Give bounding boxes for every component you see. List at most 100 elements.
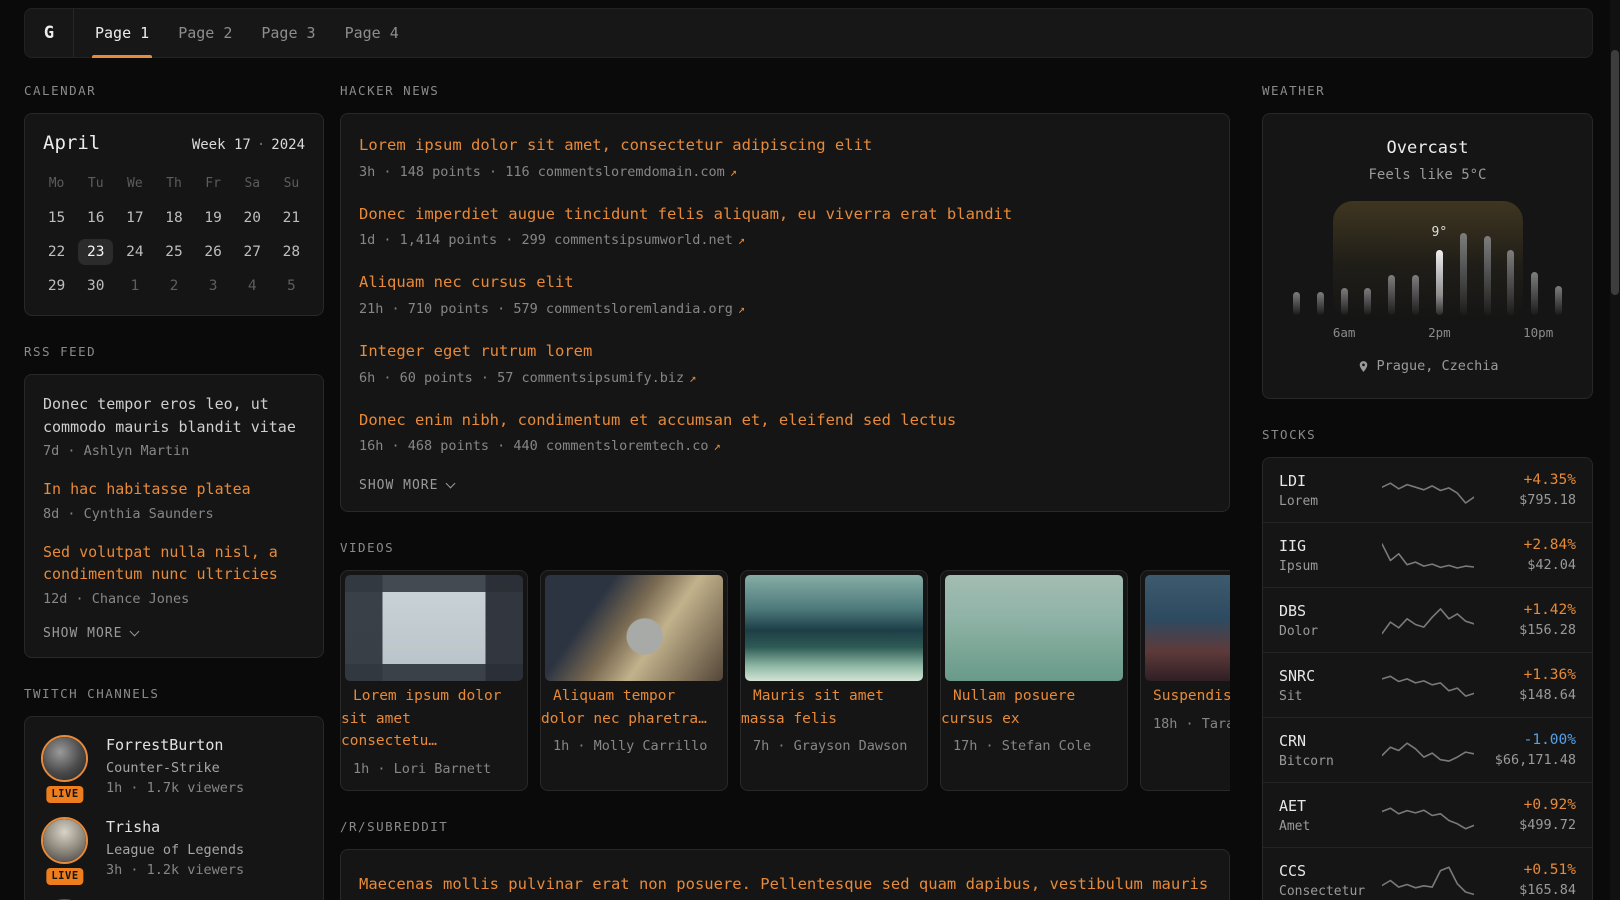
item-domain-link[interactable]: ipsumworld.net <box>619 232 733 248</box>
stock-change: +0.51% <box>1476 862 1576 878</box>
calendar-day: 18 <box>154 202 193 233</box>
video-thumbnail-concrete-cross-sky[interactable] <box>345 575 523 681</box>
weather-hour-cell <box>1452 325 1475 340</box>
item-domain-link[interactable]: loremlandia.org <box>611 301 733 317</box>
external-link-icon[interactable]: ↗ <box>738 302 745 316</box>
weather-hour-labels: 6am2pm10pm <box>1285 325 1570 340</box>
channel-game: Counter-Strike <box>106 760 244 776</box>
stock-price: $156.28 <box>1476 622 1576 638</box>
video-card[interactable]: Lorem ipsum dolor sit amet consectetu… 1h… <box>340 570 528 790</box>
calendar-day: 3 <box>194 270 233 301</box>
hackernews-item-title[interactable]: Integer eget rutrum lorem <box>359 341 1211 363</box>
video-title[interactable]: Lorem ipsum dolor sit amet consectetu… <box>341 678 501 749</box>
rss-item-title[interactable]: Donec tempor eros leo, ut commodo mauris… <box>43 393 305 438</box>
stock-price: $795.18 <box>1476 492 1576 508</box>
stock-left: IIGIpsum <box>1279 537 1379 574</box>
weather-bar <box>1507 250 1514 315</box>
stock-name: Consectetur <box>1279 884 1379 899</box>
hackernews-item-title[interactable]: Donec imperdiet augue tincidunt felis al… <box>359 204 1211 226</box>
twitch-channel-forrestburton[interactable]: LIVEForrestBurtonCounter-Strike1h · 1.7k… <box>41 735 307 796</box>
right-column: WEATHER Overcast Feels like 5°C 9° 6am2p… <box>1262 83 1593 900</box>
calendar-day-header: Su <box>272 168 311 199</box>
rss-show-more-button[interactable]: SHOW MORE <box>43 626 305 641</box>
video-title[interactable]: Mauris sit amet massa felis <box>741 678 884 726</box>
sparkline-chart <box>1382 795 1474 835</box>
stock-change: +1.42% <box>1476 602 1576 618</box>
external-link-icon[interactable]: ↗ <box>738 233 745 247</box>
hackernews-show-more-button[interactable]: SHOW MORE <box>359 478 1211 493</box>
hackernews-item-title[interactable]: Donec enim nibh, condimentum et accumsan… <box>359 410 1211 432</box>
twitch-channel-trisha[interactable]: LIVETrishaLeague of Legends3h · 1.2k vie… <box>41 817 307 878</box>
weather-hour-label: 10pm <box>1523 325 1546 340</box>
item-meta: 16h · 468 points · 440 commentsloremtech… <box>359 438 1211 454</box>
item-meta-text: 3h · 148 points · 116 comments <box>359 164 603 180</box>
weather-widget: WEATHER Overcast Feels like 5°C 9° 6am2p… <box>1262 83 1593 399</box>
video-thumbnail-silhouette-dusk-field[interactable] <box>1145 575 1230 681</box>
stock-name: Dolor <box>1279 624 1379 639</box>
app-logo[interactable]: G <box>25 9 73 57</box>
stock-row-dbs[interactable]: DBSDolor+1.42%$156.28 <box>1263 587 1592 652</box>
sparkline-chart <box>1382 600 1474 640</box>
tab-page-4[interactable]: Page 4 <box>345 9 399 57</box>
stock-row-ccs[interactable]: CCSConsectetur+0.51%$165.84 <box>1263 847 1592 900</box>
calendar-day-header: Fr <box>194 168 233 199</box>
hackernews-item-title[interactable]: Lorem ipsum dolor sit amet, consectetur … <box>359 135 1211 157</box>
item-domain-link[interactable]: ipsumify.biz <box>587 370 685 386</box>
subreddit-post-title[interactable]: Maecenas mollis pulvinar erat non posuer… <box>359 871 1211 900</box>
external-link-icon[interactable]: ↗ <box>730 165 737 179</box>
stock-price: $165.84 <box>1476 882 1576 898</box>
rss-item-meta: 8d · Cynthia Saunders <box>43 506 305 522</box>
video-card[interactable]: Mauris sit amet massa felis7h · Grayson … <box>740 570 928 790</box>
subreddit-post: Maecenas mollis pulvinar erat non posuer… <box>359 871 1211 900</box>
stock-right: +1.42% $156.28 <box>1476 602 1576 638</box>
rss-item-title[interactable]: In hac habitasse platea <box>43 478 305 501</box>
stock-right: +2.84%$42.04 <box>1476 537 1576 573</box>
stock-name: Ipsum <box>1279 559 1379 574</box>
tab-page-2[interactable]: Page 2 <box>178 9 232 57</box>
video-title[interactable]: Nullam posuere cursus ex <box>941 678 1075 726</box>
weather-location-text: Prague, Czechia <box>1377 358 1499 374</box>
weather-bar-slot <box>1285 219 1308 315</box>
external-link-icon[interactable]: ↗ <box>689 371 696 385</box>
stock-price: $66,171.48 <box>1476 752 1576 768</box>
stock-row-aet[interactable]: AETAmet+0.92%$499.72 <box>1263 782 1592 847</box>
chevron-down-icon <box>130 626 140 636</box>
tab-page-1[interactable]: Page 1 <box>95 9 149 57</box>
channel-name[interactable]: ForrestBurton <box>106 736 244 754</box>
video-title[interactable]: Aliquam tempor dolor nec pharetra… <box>541 678 719 726</box>
hackernews-widget-label: HACKER NEWS <box>340 83 1230 98</box>
tab-page-3[interactable]: Page 3 <box>261 9 315 57</box>
hackernews-item: Lorem ipsum dolor sit amet, consectetur … <box>359 135 1211 180</box>
rss-item-title[interactable]: Sed volutpat nulla nisl, a condimentum n… <box>43 541 305 586</box>
stock-row-crn[interactable]: CRNBitcorn-1.00%$66,171.48 <box>1263 717 1592 782</box>
stock-sparkline <box>1379 600 1476 640</box>
hackernews-item-title[interactable]: Aliquam nec cursus elit <box>359 272 1211 294</box>
calendar-day: 2 <box>154 270 193 301</box>
channel-name[interactable]: Trisha <box>106 818 244 836</box>
calendar-grid: MoTuWeThFrSaSu15161718192021222324252627… <box>25 158 323 315</box>
stock-right: +1.36%$148.64 <box>1476 667 1576 703</box>
stock-row-iig[interactable]: IIGIpsum +2.84%$42.04 <box>1263 522 1592 587</box>
video-thumbnail-canoe-misty-lake[interactable] <box>945 575 1123 681</box>
video-thumbnail-boat-wake-sea[interactable] <box>745 575 923 681</box>
video-title[interactable]: Suspendisse diam <box>1141 678 1230 704</box>
item-domain-link[interactable]: loremdomain.com <box>603 164 725 180</box>
video-thumbnail-hands-holding-camera[interactable] <box>545 575 723 681</box>
weather-location: Prague, Czechia <box>1283 358 1572 374</box>
stock-row-snrc[interactable]: SNRCSit+1.36%$148.64 <box>1263 652 1592 717</box>
scrollbar-thumb[interactable] <box>1611 50 1619 295</box>
weather-hour-cell <box>1309 325 1332 340</box>
video-card[interactable]: Suspendisse diam18h · Tara <box>1140 570 1230 790</box>
video-meta: 1h · Lori Barnett <box>341 753 527 790</box>
stock-change: -1.00% <box>1476 732 1576 748</box>
weather-feels-like: Feels like 5°C <box>1283 167 1572 183</box>
channel-meta: 1h · 1.7k viewers <box>106 780 244 796</box>
video-card[interactable]: Nullam posuere cursus ex17h · Stefan Col… <box>940 570 1128 790</box>
item-domain-link[interactable]: loremtech.co <box>611 438 709 454</box>
weather-card: Overcast Feels like 5°C 9° 6am2pm10pm Pr… <box>1262 113 1593 399</box>
external-link-icon[interactable]: ↗ <box>714 439 721 453</box>
stock-row-ldi[interactable]: LDILorem+4.35%$795.18 <box>1263 458 1592 522</box>
weather-hour-label: 2pm <box>1428 325 1451 340</box>
video-card[interactable]: Aliquam tempor dolor nec pharetra…1h · M… <box>540 570 728 790</box>
calendar-day-header: Sa <box>233 168 272 199</box>
